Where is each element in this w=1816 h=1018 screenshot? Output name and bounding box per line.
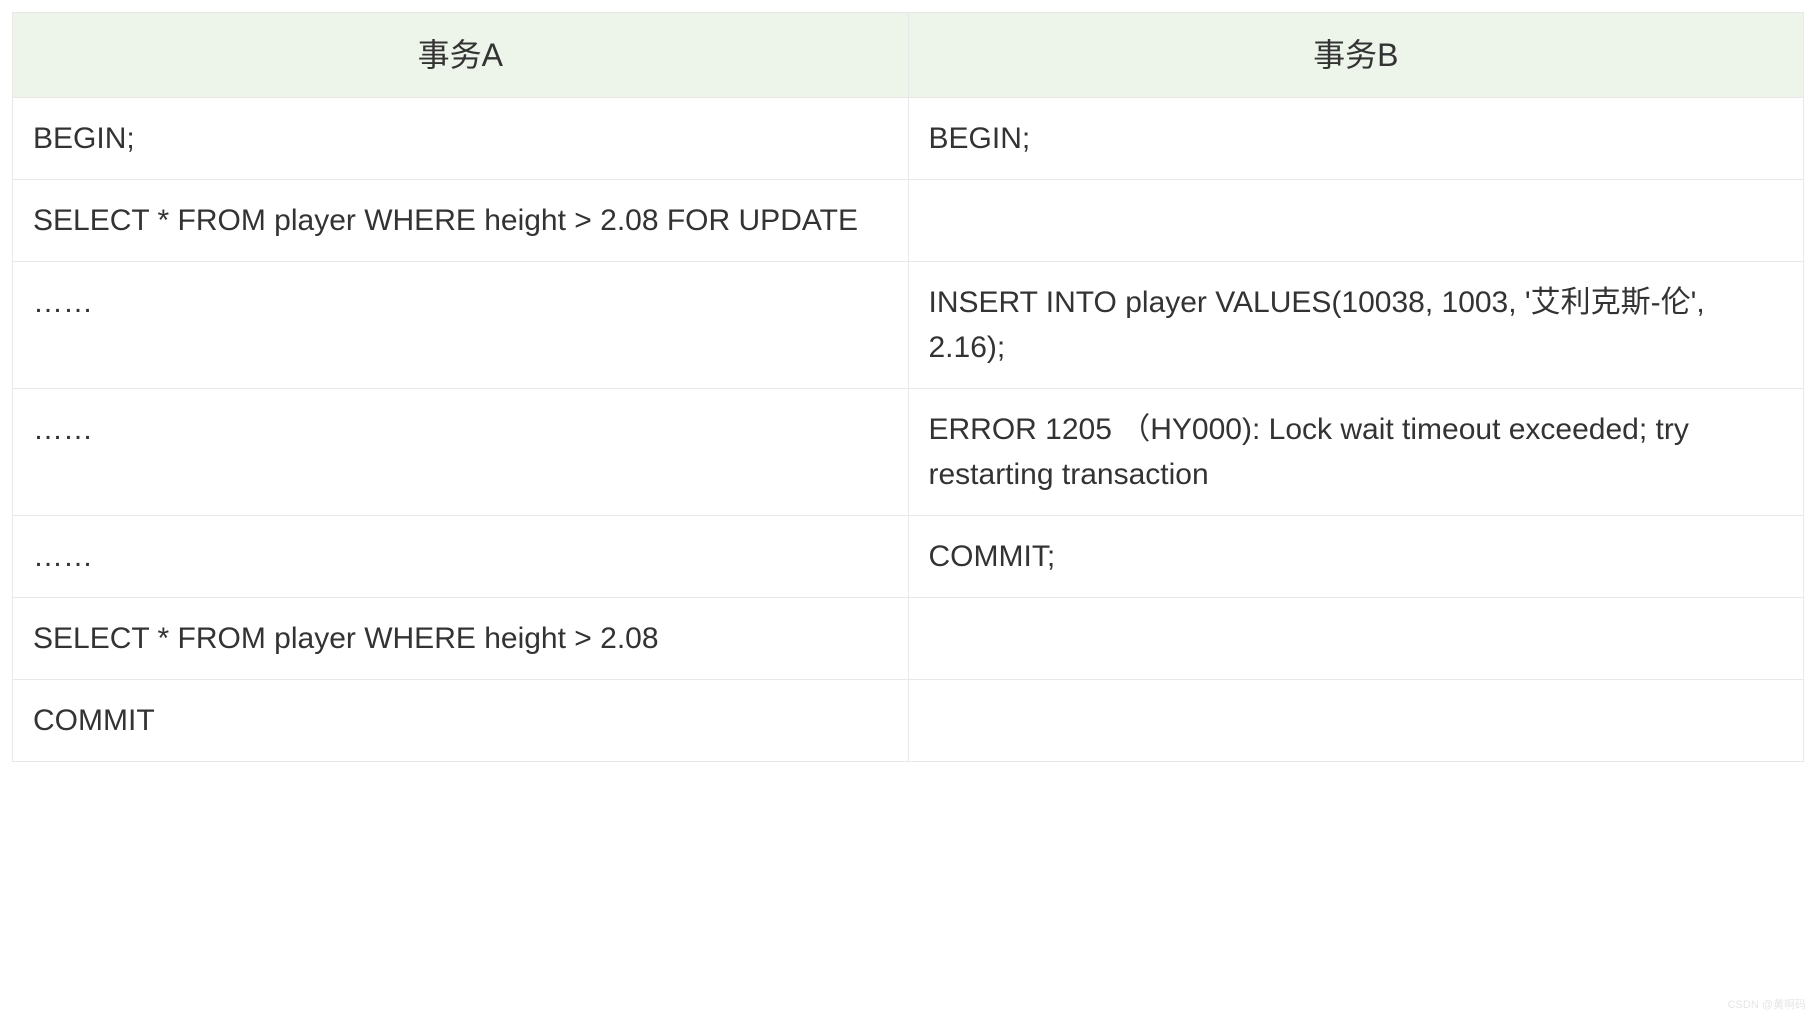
cell-b bbox=[908, 598, 1804, 680]
cell-a: …… bbox=[13, 516, 909, 598]
cell-a: COMMIT bbox=[13, 680, 909, 762]
cell-a: …… bbox=[13, 262, 909, 389]
table-row: …… COMMIT; bbox=[13, 516, 1804, 598]
transaction-table: 事务A 事务B BEGIN; BEGIN; SELECT * FROM play… bbox=[12, 12, 1804, 762]
cell-a: BEGIN; bbox=[13, 98, 909, 180]
cell-a: SELECT * FROM player WHERE height > 2.08 bbox=[13, 598, 909, 680]
table-row: SELECT * FROM player WHERE height > 2.08 bbox=[13, 598, 1804, 680]
cell-b bbox=[908, 180, 1804, 262]
table-row: …… ERROR 1205 （HY000): Lock wait timeout… bbox=[13, 389, 1804, 516]
cell-b bbox=[908, 680, 1804, 762]
header-transaction-a: 事务A bbox=[13, 13, 909, 98]
header-transaction-b: 事务B bbox=[908, 13, 1804, 98]
table-row: …… INSERT INTO player VALUES(10038, 1003… bbox=[13, 262, 1804, 389]
cell-a: …… bbox=[13, 389, 909, 516]
table-row: BEGIN; BEGIN; bbox=[13, 98, 1804, 180]
table-row: SELECT * FROM player WHERE height > 2.08… bbox=[13, 180, 1804, 262]
table-header-row: 事务A 事务B bbox=[13, 13, 1804, 98]
table-row: COMMIT bbox=[13, 680, 1804, 762]
cell-a: SELECT * FROM player WHERE height > 2.08… bbox=[13, 180, 909, 262]
cell-b: ERROR 1205 （HY000): Lock wait timeout ex… bbox=[908, 389, 1804, 516]
watermark-text: CSDN @黄啊码 bbox=[1728, 996, 1806, 1012]
cell-b: BEGIN; bbox=[908, 98, 1804, 180]
cell-b: COMMIT; bbox=[908, 516, 1804, 598]
cell-b: INSERT INTO player VALUES(10038, 1003, '… bbox=[908, 262, 1804, 389]
